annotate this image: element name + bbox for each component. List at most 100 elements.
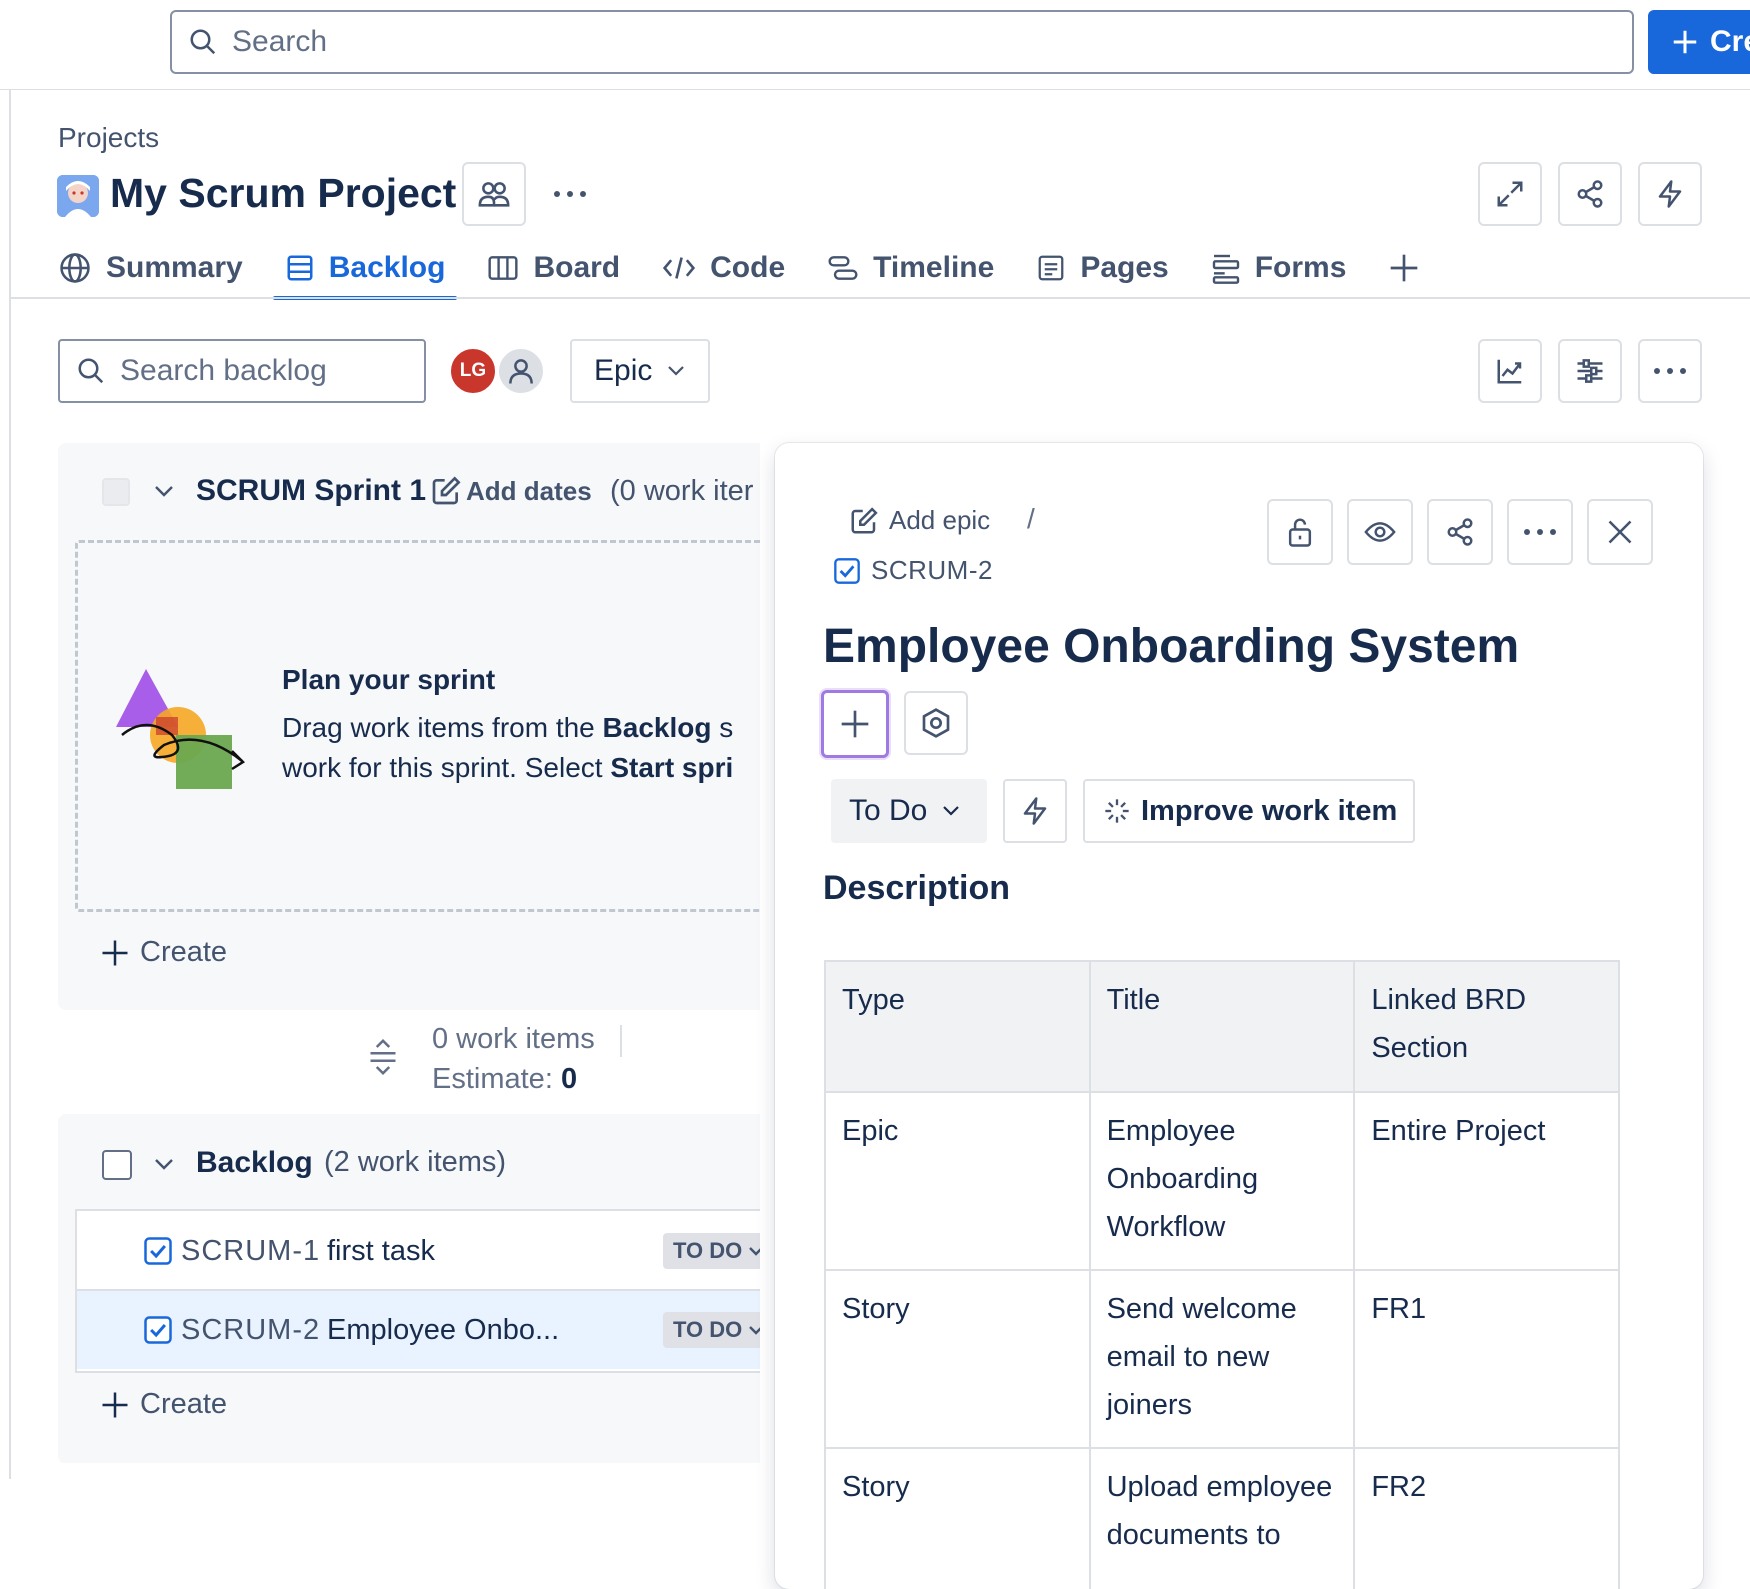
sprint-create-button[interactable]: Create	[100, 936, 227, 969]
table-cell: Story	[824, 1269, 1091, 1449]
add-dates-label: Add dates	[466, 475, 592, 506]
chevron-down-icon	[742, 1245, 760, 1257]
table-header-cell: Linked BRD Section	[1353, 960, 1620, 1093]
backlog-more-button[interactable]	[1638, 339, 1702, 403]
backlog-search-input[interactable]: Search backlog	[58, 339, 426, 403]
add-dates-button[interactable]: Add dates	[430, 475, 592, 507]
table-row: Epic Employee Onboarding Workflow Entire…	[824, 1091, 1620, 1271]
share-icon	[1445, 517, 1475, 547]
create-button[interactable]: Cre	[1648, 10, 1750, 74]
list-item[interactable]: SCRUM-2 Employee Onbo... TO DO	[77, 1289, 760, 1369]
insights-button[interactable]	[1478, 339, 1542, 403]
add-button[interactable]	[821, 690, 889, 758]
work-item-title[interactable]: first task	[327, 1235, 435, 1268]
project-avatar	[57, 175, 99, 217]
share-button[interactable]	[1427, 499, 1493, 565]
search-icon	[188, 27, 232, 57]
work-item-key[interactable]: SCRUM-2	[181, 1314, 320, 1347]
eye-icon	[1364, 519, 1396, 545]
tab-backlog-label: Backlog	[328, 251, 446, 284]
tab-board[interactable]: Board	[487, 240, 620, 296]
work-item-key-link[interactable]: SCRUM-2	[833, 555, 993, 586]
work-item-key: SCRUM-2	[871, 555, 993, 585]
automation-button[interactable]	[1003, 779, 1067, 843]
backlog-create-button[interactable]: Create	[100, 1388, 227, 1421]
restrict-access-button[interactable]	[1267, 499, 1333, 565]
add-epic-button[interactable]: Add epic	[849, 505, 990, 536]
plan-text-line1c: s	[711, 712, 734, 743]
add-tab-button[interactable]	[1388, 240, 1434, 296]
tabs-divider	[9, 297, 1750, 299]
list-item[interactable]: SCRUM-1 first task TO DO	[77, 1211, 760, 1291]
tab-code[interactable]: Code	[662, 240, 785, 296]
chart-line-icon	[1495, 356, 1525, 386]
forms-icon	[1211, 252, 1255, 284]
view-settings-button[interactable]	[1558, 339, 1622, 403]
sprint-checkbox[interactable]	[102, 478, 130, 506]
breadcrumb[interactable]: Projects	[58, 122, 159, 154]
project-title: My Scrum Project	[110, 170, 457, 216]
plan-sprint-text: Drag work items from the Backlog s work …	[282, 708, 733, 788]
epic-filter-dropdown[interactable]: Epic	[570, 339, 710, 403]
table-cell: FR2	[1353, 1447, 1620, 1589]
tab-summary[interactable]: Summary	[58, 240, 243, 296]
edit-icon	[430, 475, 466, 507]
people-icon	[477, 177, 511, 211]
chevron-down-icon[interactable]	[152, 1156, 176, 1172]
apps-button[interactable]	[904, 691, 968, 755]
watch-button[interactable]	[1347, 499, 1413, 565]
status-dropdown[interactable]: TO DO	[663, 1312, 760, 1348]
status-dropdown[interactable]: To Do	[831, 779, 987, 843]
task-checkbox-icon	[143, 1236, 173, 1266]
lightning-icon	[1020, 796, 1050, 826]
close-button[interactable]	[1587, 499, 1653, 565]
estimate-label: Estimate:	[432, 1063, 561, 1095]
tab-board-label: Board	[533, 251, 621, 284]
more-horizontal-icon	[1653, 367, 1687, 375]
table-header-cell: Type	[824, 960, 1091, 1093]
plus-icon	[100, 1390, 140, 1420]
globe-icon	[58, 251, 106, 285]
work-item-detail-panel: Add epic / SCRUM-2 Employee Onboarding S…	[775, 443, 1703, 1589]
share-project-button[interactable]	[1558, 162, 1622, 226]
backlog-search-placeholder: Search backlog	[120, 354, 327, 387]
global-search-input[interactable]: Search	[170, 10, 1634, 74]
fullscreen-button[interactable]	[1478, 162, 1542, 226]
tab-summary-label: Summary	[106, 251, 243, 284]
tab-pages[interactable]: Pages	[1036, 240, 1169, 296]
backlog-title: Backlog	[196, 1146, 313, 1179]
unassigned-avatar[interactable]	[497, 347, 545, 395]
chevron-down-icon[interactable]	[152, 483, 176, 499]
table-header-cell: Title	[1088, 960, 1356, 1093]
table-cell: Employee Onboarding Workflow	[1088, 1091, 1356, 1271]
work-item-title[interactable]: Employee Onbo...	[327, 1314, 559, 1347]
backlog-panel: SCRUM Sprint 1 Add dates (0 work iter Pl…	[58, 443, 760, 1463]
work-item-title[interactable]: Employee Onboarding System	[823, 619, 1519, 674]
tab-forms[interactable]: Forms	[1211, 240, 1346, 296]
task-checkbox-icon	[833, 557, 871, 585]
tab-backlog[interactable]: Backlog	[272, 240, 458, 300]
project-more-button[interactable]	[546, 172, 594, 216]
backlog-icon	[285, 253, 329, 283]
improve-work-item-button[interactable]: Improve work item	[1083, 779, 1415, 843]
collapse-divider-icon[interactable]	[368, 1038, 398, 1076]
description-table[interactable]: Type Title Linked BRD Section Epic Emplo…	[824, 960, 1620, 1589]
tab-timeline[interactable]: Timeline	[827, 240, 994, 296]
status-dropdown[interactable]: TO DO	[663, 1233, 760, 1269]
plus-icon	[100, 938, 140, 968]
sprint-name: SCRUM Sprint 1	[196, 474, 427, 507]
team-button[interactable]	[462, 162, 526, 226]
more-horizontal-icon	[553, 190, 587, 198]
table-cell: Send welcome email to new joiners	[1088, 1269, 1356, 1449]
backlog-list: SCRUM-1 first task TO DO SCRUM-2 Employe…	[75, 1209, 760, 1373]
global-search-placeholder: Search	[232, 25, 328, 58]
backlog-checkbox[interactable]	[102, 1150, 132, 1180]
chevron-down-icon	[742, 1324, 760, 1336]
plan-sprint-illustration-icon	[102, 665, 252, 793]
board-icon	[487, 253, 533, 283]
avatar[interactable]: LG	[449, 347, 497, 395]
work-item-key[interactable]: SCRUM-1	[181, 1235, 320, 1268]
automation-button[interactable]	[1638, 162, 1702, 226]
detail-more-button[interactable]	[1507, 499, 1573, 565]
close-icon	[1606, 518, 1634, 546]
